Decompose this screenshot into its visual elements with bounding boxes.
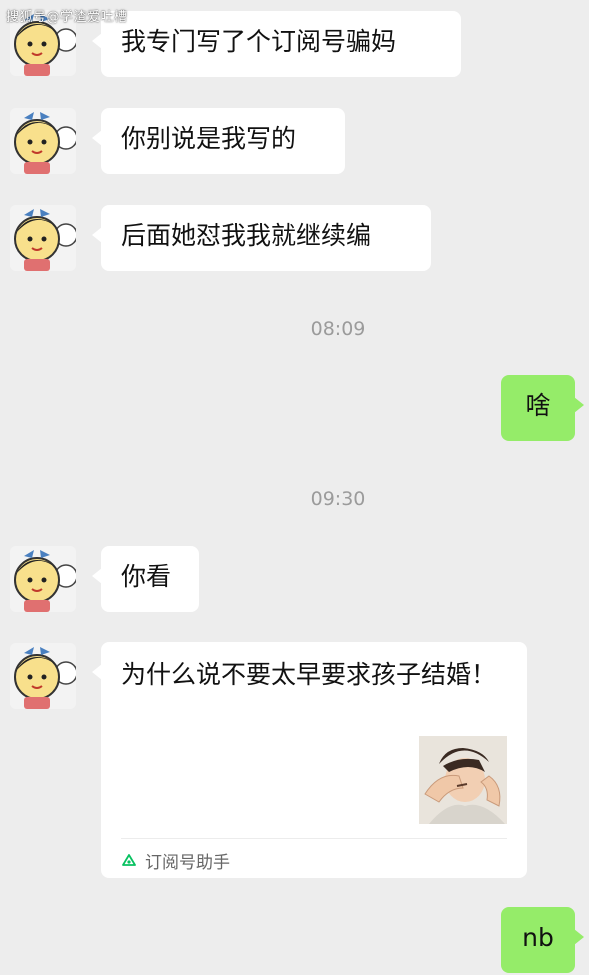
- subscription-assistant-icon: [121, 853, 137, 869]
- message-bubble-outgoing[interactable]: nb: [501, 907, 584, 973]
- cartoon-avatar-icon: [10, 643, 76, 709]
- cartoon-avatar-icon: [10, 205, 76, 271]
- article-thumbnail: [419, 736, 507, 824]
- message-text: 后面她怼我我就继续编: [121, 221, 372, 250]
- watermark: 搜狐号@学渣爱吐槽: [6, 10, 128, 25]
- avatar[interactable]: [10, 546, 76, 612]
- avatar[interactable]: [10, 205, 76, 271]
- article-card[interactable]: 为什么说不要太早要求孩子结婚！ 订阅号助手: [92, 642, 527, 878]
- article-source-label: 订阅号助手: [145, 853, 230, 873]
- message-text: 我专门写了个订阅号骗妈: [121, 27, 397, 56]
- avatar[interactable]: [10, 108, 76, 174]
- message-text: 你看: [121, 562, 172, 591]
- message-bubble-outgoing[interactable]: 啥: [501, 375, 584, 441]
- message-text: nb: [522, 923, 554, 952]
- facepalm-person-icon: [419, 736, 507, 824]
- timestamp: 09:30: [310, 488, 366, 510]
- article-title: 为什么说不要太早要求孩子结婚！: [121, 660, 497, 689]
- cartoon-avatar-icon: [10, 546, 76, 612]
- message-bubble-incoming[interactable]: 你看: [92, 546, 199, 612]
- message-text: 啥: [525, 391, 551, 420]
- message-bubble-incoming[interactable]: 你别说是我写的: [92, 108, 345, 174]
- card-divider: [121, 838, 507, 839]
- message-bubble-incoming[interactable]: 我专门写了个订阅号骗妈: [92, 11, 461, 77]
- message-text: 你别说是我写的: [121, 124, 297, 153]
- cartoon-avatar-icon: [10, 108, 76, 174]
- article-source: 订阅号助手: [121, 848, 230, 873]
- message-bubble-incoming[interactable]: 后面她怼我我就继续编: [92, 205, 431, 271]
- avatar[interactable]: [10, 643, 76, 709]
- timestamp: 08:09: [310, 318, 366, 340]
